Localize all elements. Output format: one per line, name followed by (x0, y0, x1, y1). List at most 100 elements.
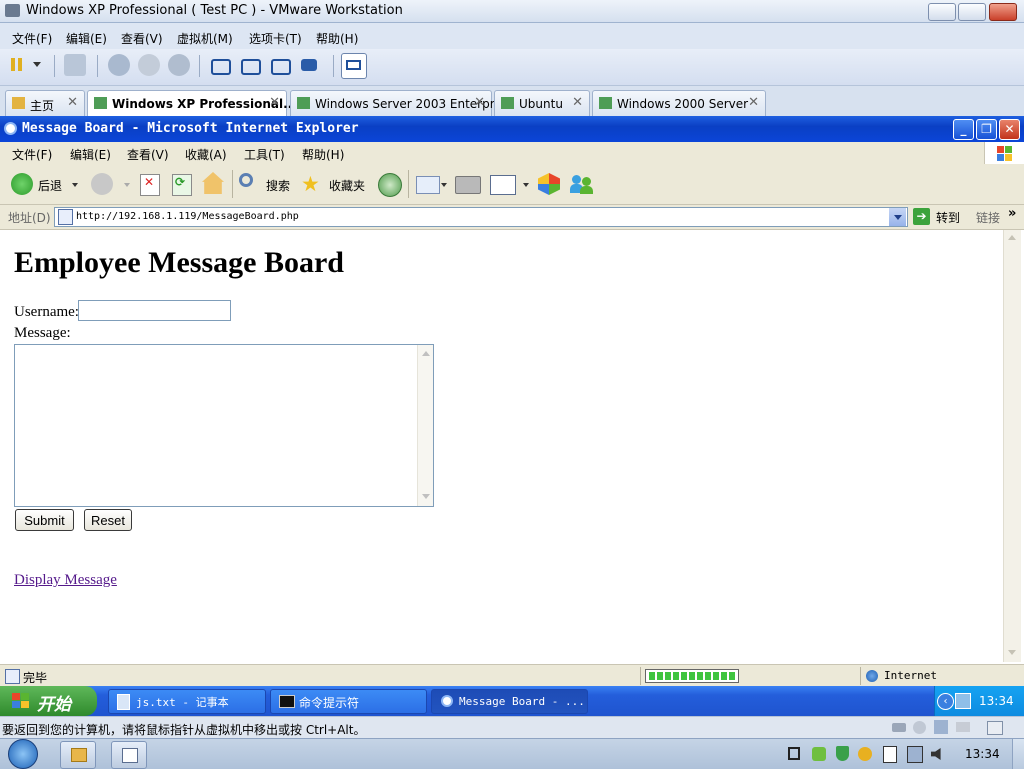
ie-minimize-button[interactable]: _ (953, 119, 974, 140)
close-button[interactable] (989, 3, 1017, 21)
snapshot-icon[interactable] (108, 54, 130, 76)
console-view-icon[interactable] (241, 59, 261, 75)
start-button[interactable]: 开始 (0, 686, 97, 716)
menu-edit[interactable]: 编辑(E) (66, 30, 107, 47)
scroll-down-icon[interactable] (422, 494, 430, 499)
close-icon[interactable]: ✕ (748, 95, 759, 110)
tab-windows-2000[interactable]: Windows 2000 Server ✕ (592, 90, 766, 116)
go-button[interactable]: ➔ 转到 (913, 207, 965, 226)
revert-snapshot-icon[interactable] (138, 54, 160, 76)
tray-app-icon[interactable] (858, 747, 872, 761)
page-icon (58, 209, 73, 225)
forward-arrow-icon[interactable] (91, 173, 113, 195)
links-label[interactable]: 链接 (976, 209, 1000, 226)
chevron-right-icon[interactable]: » (1008, 206, 1016, 221)
chevron-down-icon[interactable] (523, 183, 529, 187)
search-label[interactable]: 搜索 (266, 177, 290, 194)
windows-start-orb-icon[interactable] (8, 739, 38, 769)
reset-button[interactable]: Reset (84, 509, 132, 531)
ie-restore-button[interactable]: ❐ (976, 119, 997, 140)
back-arrow-icon[interactable] (11, 173, 33, 195)
ie-toolbar: 后退 ✕ ⟳ 搜索 ★ 收藏夹 (0, 164, 1024, 205)
show-desktop-button[interactable] (1012, 739, 1024, 769)
task-notepad[interactable]: js.txt - 记事本 (108, 689, 266, 714)
shield-icon[interactable] (836, 746, 849, 761)
page-heading: Employee Message Board (14, 246, 344, 279)
chevron-down-icon[interactable] (33, 62, 41, 67)
task-command-prompt[interactable]: 命令提示符 (270, 689, 427, 714)
menu-help[interactable]: 帮助(H) (316, 30, 358, 47)
ie-menu-tools[interactable]: 工具(T) (244, 146, 285, 163)
tab-home[interactable]: 主页 ✕ (5, 90, 85, 116)
history-icon[interactable] (378, 173, 402, 197)
menu-vm[interactable]: 虚拟机(M) (177, 30, 233, 47)
close-icon[interactable]: ✕ (572, 95, 583, 110)
edit-icon[interactable] (490, 175, 516, 195)
ie-menu-view[interactable]: 查看(V) (127, 146, 169, 163)
username-input[interactable] (78, 300, 231, 321)
stop-icon[interactable]: ✕ (140, 174, 160, 196)
clipboard-icon[interactable] (883, 746, 897, 763)
speaker-icon[interactable] (931, 748, 941, 760)
message-log-icon[interactable] (987, 721, 1003, 735)
network-warning-icon[interactable] (907, 746, 923, 763)
textarea-scrollbar[interactable] (417, 345, 433, 506)
scroll-down-icon[interactable] (1008, 650, 1016, 655)
favorites-label[interactable]: 收藏夹 (329, 177, 365, 194)
network-tray-icon[interactable] (955, 693, 971, 709)
favorites-star-icon[interactable]: ★ (301, 173, 320, 195)
submit-button[interactable]: Submit (15, 509, 74, 531)
tab-windows-server-2003[interactable]: Windows Server 2003 Enterpr... ✕ (290, 90, 505, 116)
sidebar-view-icon[interactable] (211, 59, 231, 75)
cd-drive-icon[interactable] (913, 721, 926, 734)
chevron-down-icon[interactable] (72, 183, 78, 187)
ie-menu-file[interactable]: 文件(F) (12, 146, 52, 163)
refresh-icon[interactable]: ⟳ (172, 174, 192, 196)
ie-menu-edit[interactable]: 编辑(E) (70, 146, 111, 163)
filmstrip-tray-icon[interactable] (788, 747, 800, 760)
home-icon[interactable] (202, 172, 224, 194)
ie-close-button[interactable]: ✕ (999, 119, 1020, 140)
vmware-taskbar-icon[interactable] (111, 741, 147, 769)
close-icon[interactable]: ✕ (474, 95, 485, 110)
mail-icon[interactable] (416, 176, 440, 194)
snapshot-manager-icon[interactable] (168, 54, 190, 76)
page-scrollbar[interactable] (1003, 230, 1021, 662)
print-icon[interactable] (455, 176, 481, 194)
research-icon[interactable] (538, 173, 560, 195)
menu-tabs[interactable]: 选项卡(T) (249, 30, 302, 47)
display-message-link[interactable]: Display Message (14, 572, 117, 589)
scroll-up-icon[interactable] (1008, 235, 1016, 240)
ie-menu-favorites[interactable]: 收藏(A) (185, 146, 227, 163)
network-adapter-icon[interactable] (934, 720, 948, 734)
fullscreen-icon[interactable] (271, 59, 291, 75)
search-icon[interactable] (239, 173, 253, 187)
messenger-icon[interactable] (570, 173, 594, 195)
network-icon[interactable] (64, 54, 86, 76)
unity-icon[interactable] (301, 59, 317, 71)
back-label[interactable]: 后退 (38, 177, 62, 194)
message-textarea[interactable] (14, 344, 434, 507)
menu-view[interactable]: 查看(V) (121, 30, 163, 47)
explorer-taskbar-icon[interactable] (60, 741, 96, 769)
menu-file[interactable]: 文件(F) (12, 30, 52, 47)
ie-menu-help[interactable]: 帮助(H) (302, 146, 344, 163)
scroll-up-icon[interactable] (422, 351, 430, 356)
address-dropdown-button[interactable] (889, 208, 906, 226)
usb-icon[interactable] (956, 722, 970, 732)
hard-disk-icon[interactable] (892, 723, 906, 732)
thumbnail-view-icon[interactable] (341, 53, 367, 79)
chevron-left-icon[interactable]: ‹ (937, 693, 954, 710)
task-message-board[interactable]: Message Board - ... (431, 689, 588, 714)
pause-icon[interactable] (8, 54, 30, 76)
host-clock: 13:34 (965, 747, 1000, 761)
tab-windows-xp[interactable]: Windows XP Professional... ✕ (87, 90, 297, 117)
close-icon[interactable]: ✕ (67, 95, 78, 110)
minimize-button[interactable] (928, 3, 956, 21)
address-input[interactable]: http://192.168.1.119/MessageBoard.php (54, 207, 908, 227)
tray-app-icon[interactable] (812, 747, 826, 761)
chevron-down-icon[interactable] (441, 183, 447, 187)
tab-ubuntu[interactable]: Ubuntu ✕ (494, 90, 590, 116)
close-icon[interactable]: ✕ (269, 95, 280, 110)
maximize-button[interactable] (958, 3, 986, 21)
